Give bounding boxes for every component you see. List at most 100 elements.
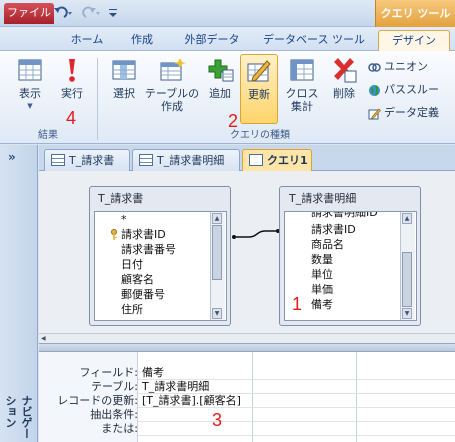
- annotation-number-3: 3: [212, 410, 223, 430]
- passthrough-label: パススルー: [384, 83, 439, 96]
- field-label: 請求書ID: [121, 228, 166, 241]
- select-query-icon: [112, 60, 136, 80]
- expand-navigation-icon[interactable]: »: [8, 150, 16, 164]
- update-query-button[interactable]: 更新: [240, 54, 278, 124]
- table-icon: [51, 154, 65, 166]
- field-item[interactable]: 備考: [285, 297, 416, 312]
- field-list-box: * 請求書ID 請求書番号 日付 顧客名 郵便番号 住所: [94, 211, 227, 321]
- tab-t-invoice-label: T_請求書: [69, 154, 115, 167]
- annotation-number-1: 1: [292, 294, 303, 314]
- scroll-thumb[interactable]: [402, 252, 412, 307]
- field-item[interactable]: 数量: [285, 252, 416, 267]
- join-line[interactable]: [231, 228, 281, 242]
- tab-query1-label: クエリ1: [267, 154, 308, 167]
- data-definition-query-button[interactable]: データ定義: [368, 104, 439, 122]
- union-query-button[interactable]: ユニオン: [368, 58, 428, 76]
- grid-row-label-field: フィールド:: [79, 366, 139, 379]
- grid-cell-table[interactable]: T_請求書明細: [142, 380, 209, 394]
- scroll-up-icon[interactable]: ▲: [212, 213, 222, 224]
- query-type-group-label: クエリの種類: [230, 130, 290, 141]
- field-list-scrollbar[interactable]: ▲ ▼: [400, 212, 415, 320]
- field-item[interactable]: 請求書番号: [95, 242, 226, 257]
- scroll-down-icon[interactable]: ▼: [402, 308, 412, 319]
- grid-row-label-table: テーブル:: [90, 380, 138, 393]
- grid-cell-update-to[interactable]: [T_請求書].[顧客名]: [142, 394, 241, 408]
- scroll-up-icon[interactable]: ▲: [402, 213, 412, 224]
- make-table-label-2: 作成: [161, 100, 183, 113]
- append-query-button[interactable]: 追加: [202, 56, 238, 100]
- field-item-primary-key[interactable]: 請求書ID: [95, 227, 226, 242]
- tab-home[interactable]: ホーム: [66, 30, 108, 51]
- run-button[interactable]: 実行: [54, 56, 90, 100]
- grid-row-divider: [138, 421, 455, 422]
- grid-column-divider: [252, 352, 253, 442]
- field-item[interactable]: 商品名: [285, 237, 416, 252]
- field-list-title[interactable]: T_請求書明細: [281, 188, 419, 210]
- undo-icon[interactable]: [52, 5, 74, 21]
- field-list-box: 請求書明細ID 請求書ID 商品名 数量 単位 単価 備考: [284, 211, 417, 321]
- select-query-button[interactable]: 選択: [104, 56, 144, 100]
- field-list-scrollbar[interactable]: ▲ ▼: [210, 212, 225, 320]
- customize-quick-access-icon[interactable]: [108, 6, 118, 20]
- update-label: 更新: [248, 88, 270, 101]
- field-item[interactable]: *: [95, 212, 226, 227]
- run-label: 実行: [61, 87, 83, 100]
- navigation-pane-label: ナビゲーション ウィンドウ: [0, 395, 33, 439]
- grid-cell-field[interactable]: 備考: [142, 366, 164, 380]
- tab-create[interactable]: 作成: [118, 30, 166, 51]
- design-surface-scrollbar[interactable]: ◀: [39, 333, 455, 343]
- view-label: 表示: [19, 87, 41, 100]
- field-list-title[interactable]: T_請求書: [90, 188, 230, 210]
- field-item[interactable]: 顧客名: [95, 272, 226, 287]
- crosstab-query-button[interactable]: クロス 集計: [282, 56, 322, 113]
- tab-query1[interactable]: クエリ1: [242, 149, 312, 171]
- data-definition-label: データ定義: [384, 106, 439, 119]
- scroll-down-icon[interactable]: ▼: [212, 308, 222, 319]
- grid-column-divider: [356, 352, 357, 442]
- tab-external-data[interactable]: 外部データ: [176, 30, 248, 51]
- scroll-left-icon[interactable]: ◀: [41, 335, 49, 342]
- crosstab-icon: [290, 59, 314, 81]
- tab-file[interactable]: ファイル: [4, 3, 54, 24]
- append-label: 追加: [209, 87, 231, 100]
- field-item[interactable]: 郵便番号: [95, 287, 226, 302]
- make-table-label-1: テーブルの: [144, 87, 200, 100]
- query-icon: [249, 154, 263, 166]
- grid-row-label-criteria: 抽出条件:: [90, 408, 138, 421]
- field-item[interactable]: 請求書ID: [285, 222, 416, 237]
- globe-icon: [369, 84, 380, 96]
- datasheet-view-icon: [18, 59, 42, 81]
- table-icon: [139, 154, 153, 166]
- tab-t-invoice-detail-label: T_請求書明細: [157, 154, 225, 167]
- union-label: ユニオン: [384, 60, 428, 73]
- redo-icon[interactable]: [80, 5, 102, 21]
- append-plus-icon: [208, 59, 234, 82]
- make-table-button[interactable]: テーブルの 作成: [144, 56, 200, 113]
- grid-row-label-update-to: レコードの更新:: [57, 394, 138, 407]
- scroll-thumb[interactable]: [212, 225, 222, 280]
- tab-t-invoice-detail[interactable]: T_請求書明細: [132, 149, 240, 171]
- field-item[interactable]: 単価: [285, 282, 416, 297]
- group-separator: [97, 58, 98, 140]
- data-definition-pencil-icon: [368, 108, 381, 119]
- field-item[interactable]: 住所: [95, 302, 226, 317]
- grid-row-label-or: または:: [101, 422, 138, 435]
- view-dropdown-icon: ▼: [27, 102, 33, 110]
- passthrough-query-button[interactable]: パススルー: [368, 81, 439, 99]
- union-rings-icon: [368, 62, 381, 72]
- pane-splitter[interactable]: [39, 343, 455, 352]
- delete-query-button[interactable]: 削除: [326, 56, 362, 100]
- view-button[interactable]: 表示 ▼: [8, 56, 52, 113]
- field-item[interactable]: 単位: [285, 267, 416, 282]
- grid-row-divider: [138, 435, 455, 436]
- delete-label: 削除: [333, 87, 355, 100]
- make-table-icon: [160, 58, 186, 81]
- tab-database-tools[interactable]: データベース ツール: [258, 30, 370, 51]
- tab-design[interactable]: デザイン: [378, 30, 450, 51]
- field-item[interactable]: 請求書明細ID: [285, 212, 416, 222]
- crosstab-label-1: クロス: [285, 87, 319, 100]
- field-item[interactable]: 日付: [95, 257, 226, 272]
- primary-key-icon: [111, 229, 117, 240]
- results-group-label: 結果: [38, 130, 58, 141]
- tab-t-invoice[interactable]: T_請求書: [44, 149, 130, 171]
